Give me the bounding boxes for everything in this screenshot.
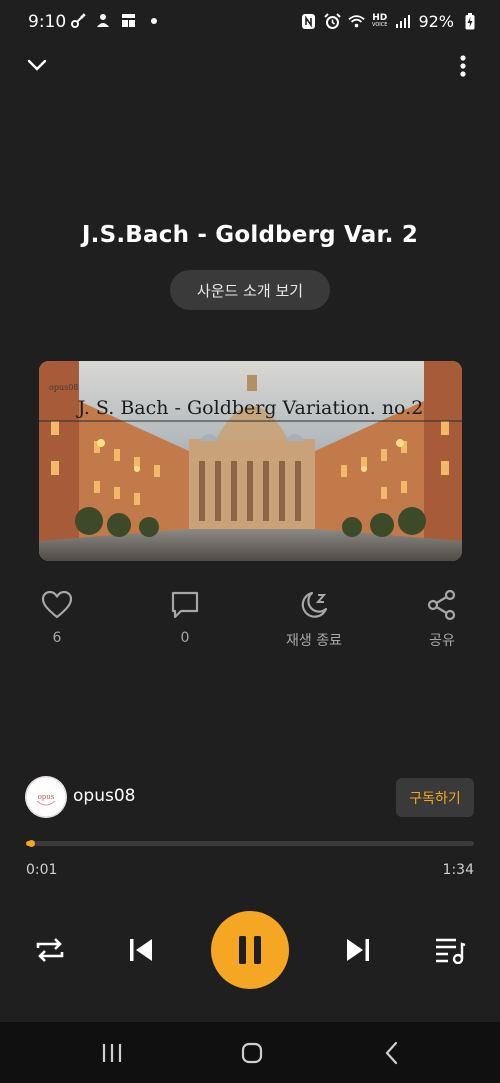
home-button[interactable] xyxy=(232,1036,272,1070)
home-icon xyxy=(241,1042,263,1064)
pause-button[interactable] xyxy=(211,911,289,989)
hd-voice-icon: HD VOICE xyxy=(372,12,388,28)
next-button[interactable] xyxy=(338,930,378,970)
channel-name[interactable]: opus08 xyxy=(73,786,135,806)
comment-icon xyxy=(140,588,230,622)
nfc-icon xyxy=(300,13,317,30)
battery-percent: 92% xyxy=(418,12,454,31)
album-art: opus08 J. S. Bach - Goldberg Variation. … xyxy=(39,361,462,561)
like-count: 6 xyxy=(52,630,62,646)
back-button[interactable] xyxy=(372,1036,412,1070)
sound-intro-button[interactable]: 사운드 소개 보기 xyxy=(170,270,330,310)
channel-avatar[interactable]: opus xyxy=(25,776,67,818)
avatar-text: opus xyxy=(37,793,55,801)
status-right-icons: HD VOICE 92% xyxy=(300,12,478,31)
next-icon xyxy=(347,939,369,961)
subscribe-button[interactable]: 구독하기 xyxy=(396,778,474,817)
comment-count: 0 xyxy=(180,630,190,646)
more-options-button[interactable] xyxy=(450,50,476,82)
status-left-icons xyxy=(70,12,162,29)
pause-icon xyxy=(239,936,261,964)
system-nav-bar xyxy=(0,1022,500,1083)
album-art-image xyxy=(39,361,462,561)
progress-bar[interactable] xyxy=(26,840,474,847)
progress-thumb[interactable] xyxy=(28,840,35,847)
album-art-caption: J. S. Bach - Goldberg Variation. no.2 xyxy=(77,397,424,419)
status-time: 9:10 xyxy=(28,12,67,32)
vpn-key-icon xyxy=(70,12,87,29)
playlist-button[interactable] xyxy=(430,930,470,970)
share-label: 공유 xyxy=(429,633,455,649)
recent-apps-button[interactable] xyxy=(92,1036,132,1070)
collapse-player-button[interactable] xyxy=(22,50,52,80)
battery-icon xyxy=(461,13,478,30)
recent-apps-icon xyxy=(102,1044,122,1062)
share-button[interactable]: 공유 xyxy=(397,588,487,650)
back-icon xyxy=(385,1041,398,1065)
album-art-tag: opus08 xyxy=(49,383,79,392)
repeat-icon xyxy=(36,938,64,962)
total-time: 1:34 xyxy=(442,862,474,878)
wifi-icon xyxy=(348,13,365,30)
track-title: J.S.Bach - Goldberg Var. 2 xyxy=(81,222,419,248)
signal-icon xyxy=(394,13,411,30)
repeat-button[interactable] xyxy=(30,930,70,970)
previous-icon xyxy=(130,939,152,961)
grid-icon xyxy=(120,12,137,29)
person-alert-icon xyxy=(95,12,112,29)
chevron-down-icon xyxy=(27,59,47,71)
dot-icon xyxy=(145,12,162,29)
current-time: 0:01 xyxy=(26,862,58,878)
sleep-timer-icon xyxy=(269,588,359,622)
more-vertical-icon xyxy=(460,55,466,77)
comment-button[interactable]: 0 xyxy=(140,588,230,646)
alarm-icon xyxy=(324,13,341,30)
previous-button[interactable] xyxy=(121,930,161,970)
share-icon xyxy=(397,588,487,622)
status-bar: 9:10 HD VOICE 92% xyxy=(0,0,500,48)
sleep-timer-label: 재생 종료 xyxy=(286,633,342,649)
sleep-timer-button[interactable]: 재생 종료 xyxy=(269,588,359,650)
heart-icon xyxy=(12,588,102,622)
like-button[interactable]: 6 xyxy=(12,588,102,646)
playlist-icon xyxy=(436,938,466,964)
